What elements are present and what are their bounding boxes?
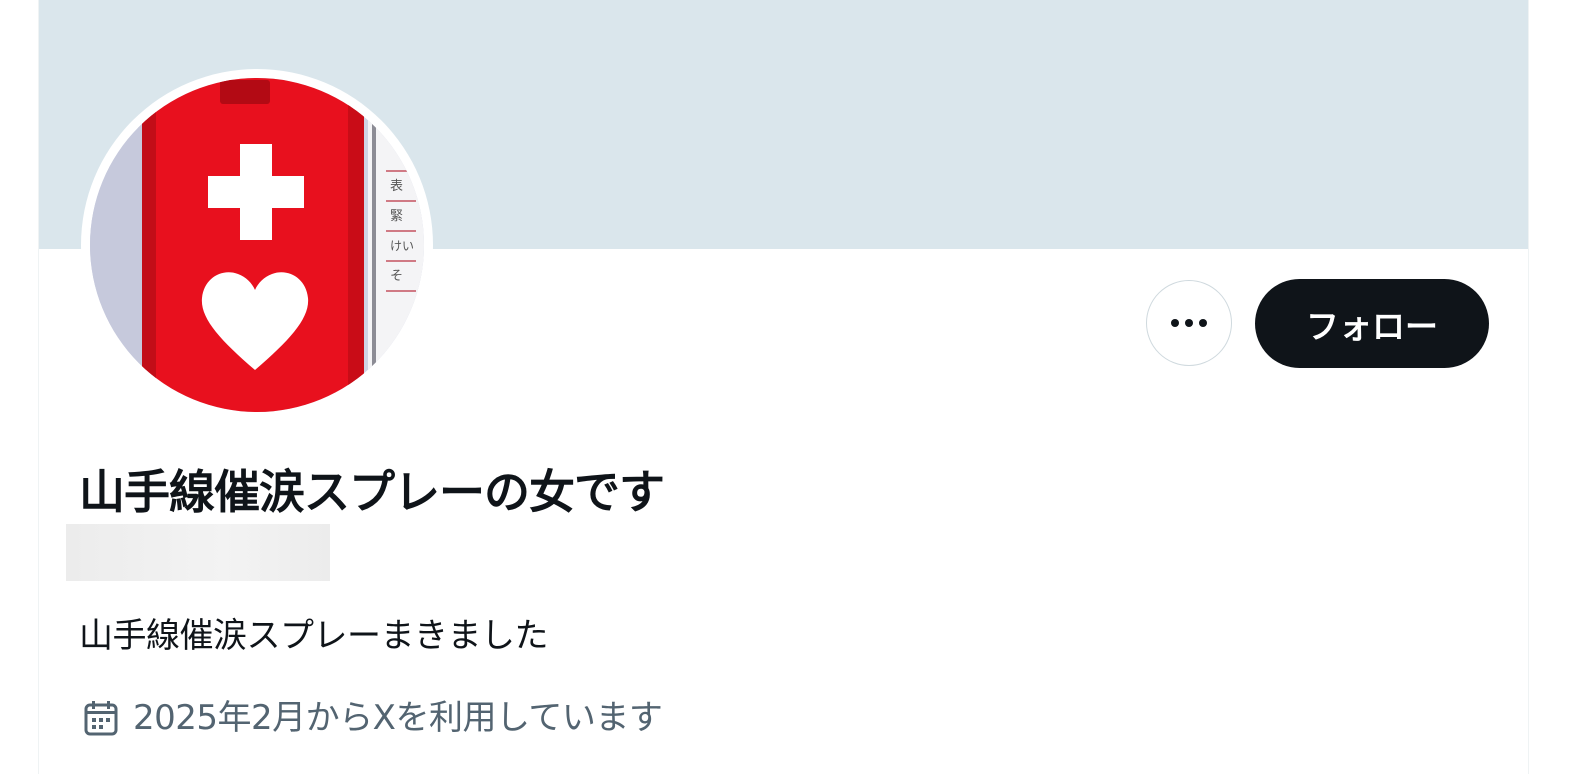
more-options-button[interactable] — [1146, 280, 1232, 366]
avatar-border: 表 緊 けい そ — [81, 69, 433, 421]
svg-text:表: 表 — [390, 179, 403, 194]
more-horizontal-icon — [1171, 319, 1207, 327]
avatar-image: 表 緊 けい そ — [90, 78, 424, 412]
follow-button[interactable]: フォロー — [1255, 279, 1489, 368]
join-date: 2025年2月からXを利用しています — [81, 694, 663, 742]
svg-text:そ: そ — [390, 269, 403, 284]
avatar[interactable]: 表 緊 けい そ — [90, 78, 424, 412]
display-name: 山手線催涙スプレーの女です — [79, 465, 665, 519]
username-redacted — [66, 524, 330, 581]
profile-page: 表 緊 けい そ フォロー 山手線催涙スプレーの女です 山手線催涙スプレーまきま… — [0, 0, 1570, 774]
join-date-text: 2025年2月からXを利用しています — [133, 698, 663, 738]
profile-bio: 山手線催涙スプレーまきました — [79, 616, 549, 656]
svg-text:緊: 緊 — [390, 209, 403, 224]
profile-column: 表 緊 けい そ フォロー 山手線催涙スプレーの女です 山手線催涙スプレーまきま… — [38, 0, 1529, 774]
calendar-icon — [84, 701, 118, 736]
svg-text:けい: けい — [390, 239, 414, 253]
